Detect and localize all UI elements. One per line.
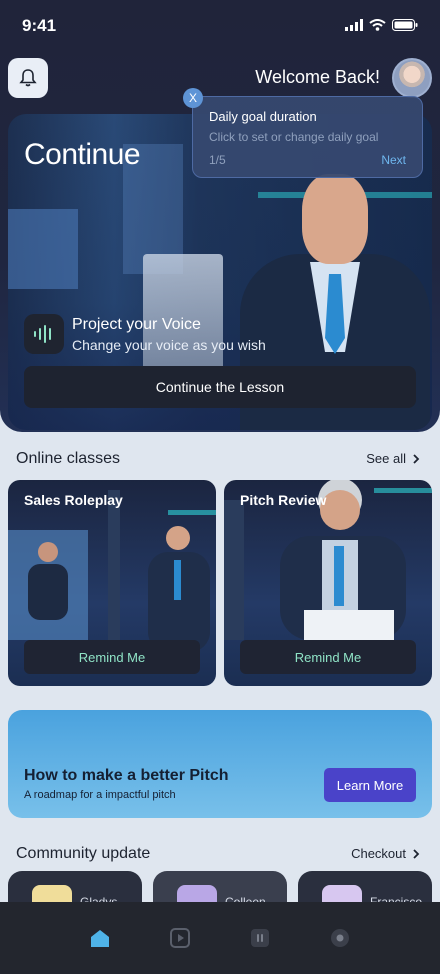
bell-icon xyxy=(19,69,37,87)
tooltip-step-counter: 1/5 xyxy=(209,153,226,167)
chevron-right-icon xyxy=(413,848,420,859)
class-title: Sales Roleplay xyxy=(24,492,123,508)
hero-background-screen xyxy=(8,209,78,289)
hero-title: Continue xyxy=(24,138,141,171)
community-update-heading: Community update xyxy=(16,845,151,862)
continue-lesson-button[interactable]: Continue the Lesson xyxy=(24,366,416,408)
battery-icon xyxy=(392,19,418,31)
tab-play[interactable] xyxy=(168,926,192,950)
tooltip-close-button[interactable]: X xyxy=(183,88,203,108)
remind-me-button[interactable]: Remind Me xyxy=(240,640,416,674)
class-card-sales-roleplay[interactable]: Sales Roleplay Remind Me xyxy=(8,480,216,686)
see-all-label: See all xyxy=(366,451,406,466)
see-all-link[interactable]: See all xyxy=(366,451,420,466)
tooltip-next-button[interactable]: Next xyxy=(381,153,406,167)
checkout-link[interactable]: Checkout xyxy=(351,846,420,861)
tab-record[interactable] xyxy=(328,926,352,950)
tab-home[interactable] xyxy=(88,926,112,950)
tab-voice[interactable] xyxy=(248,926,272,950)
record-icon xyxy=(331,929,349,947)
remind-me-button[interactable]: Remind Me xyxy=(24,640,200,674)
promo-banner: How to make a better Pitch A roadmap for… xyxy=(8,710,432,818)
lesson-title: Project your Voice xyxy=(72,316,201,333)
status-time: 9:41 xyxy=(22,16,57,35)
waveform-icon xyxy=(24,314,64,354)
class-title: Pitch Review xyxy=(240,492,327,508)
bottom-tab-bar xyxy=(0,902,440,974)
tooltip-subtitle[interactable]: Click to set or change daily goal xyxy=(209,130,378,144)
lesson-subtitle: Change your voice as you wish xyxy=(72,337,266,353)
status-bar: 9:41 xyxy=(0,0,440,50)
play-icon xyxy=(170,928,190,948)
tooltip-title: Daily goal duration xyxy=(209,109,317,124)
learn-more-button[interactable]: Learn More xyxy=(324,768,416,802)
online-classes-heading: Online classes xyxy=(16,450,121,467)
home-icon xyxy=(91,930,109,947)
promo-title: How to make a better Pitch xyxy=(24,767,229,784)
welcome-text: Welcome Back! xyxy=(255,67,380,87)
signal-icon xyxy=(345,19,363,31)
promo-subtitle: A roadmap for a impactful pitch xyxy=(24,789,176,801)
profile-avatar[interactable] xyxy=(392,58,432,98)
chevron-right-icon xyxy=(413,453,420,464)
onboarding-tooltip: Daily goal duration Click to set or chan… xyxy=(192,96,423,178)
podium-image xyxy=(143,254,223,374)
status-icons xyxy=(345,19,418,31)
notifications-button[interactable] xyxy=(8,58,48,98)
class-card-pitch-review[interactable]: Pitch Review Remind Me xyxy=(224,480,432,686)
checkout-label: Checkout xyxy=(351,846,406,861)
waveform-icon xyxy=(251,929,269,947)
wifi-icon xyxy=(369,19,386,31)
